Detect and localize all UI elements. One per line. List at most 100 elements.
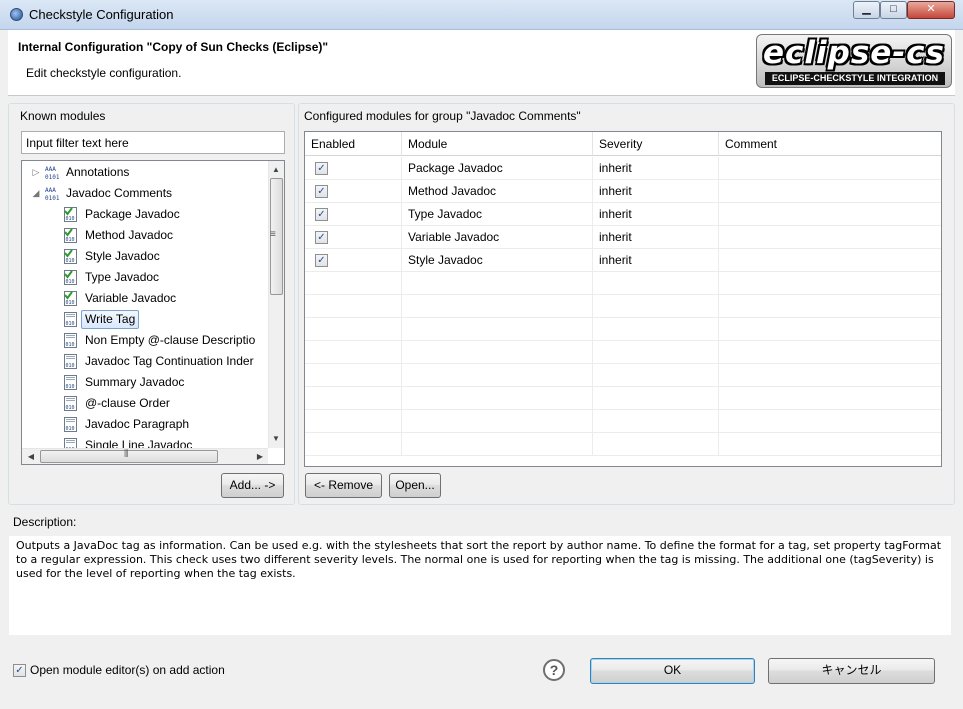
minimize-button[interactable]: ▁: [853, 1, 880, 19]
scroll-up-arrow-icon[interactable]: ▲: [270, 165, 282, 174]
comment-cell: [719, 249, 941, 271]
column-header-severity[interactable]: Severity: [593, 132, 719, 156]
close-button[interactable]: ✕: [907, 1, 955, 19]
tree-item[interactable]: 010 Style Javadoc: [22, 246, 268, 267]
table-row-empty: [305, 341, 941, 364]
svg-text:010: 010: [66, 300, 75, 306]
severity-cell: [593, 295, 719, 317]
module-cell: Style Javadoc: [402, 249, 593, 271]
tree-item[interactable]: 010 Non Empty @-clause Descriptio: [22, 330, 268, 351]
scroll-down-arrow-icon[interactable]: ▼: [270, 434, 282, 443]
comment-cell: [719, 203, 941, 225]
table-row[interactable]: ✓ Method Javadoc inherit: [305, 180, 941, 203]
module-filter-input[interactable]: [21, 131, 285, 154]
title-bar: Checkstyle Configuration ▁ □ ✕: [0, 0, 963, 30]
comment-cell: [719, 226, 941, 248]
enabled-checkbox[interactable]: ✓: [315, 231, 328, 244]
help-icon[interactable]: ?: [543, 659, 565, 681]
enabled-checkbox[interactable]: ✓: [315, 185, 328, 198]
tree-item-label: Package Javadoc: [85, 207, 180, 221]
comment-cell: [719, 295, 941, 317]
open-module-button[interactable]: Open...: [389, 473, 441, 498]
svg-text:010: 010: [66, 426, 75, 432]
tree-item[interactable]: 010 Javadoc Paragraph: [22, 414, 268, 435]
comment-cell: [719, 180, 941, 202]
column-header-module[interactable]: Module: [402, 132, 593, 156]
enabled-cell[interactable]: ✓: [305, 226, 402, 248]
svg-text:010: 010: [66, 258, 75, 264]
module-cell: Method Javadoc: [402, 180, 593, 202]
expand-arrow-icon[interactable]: ▷: [31, 162, 41, 183]
description-text: Outputs a JavaDoc tag as information. Ca…: [9, 536, 951, 635]
remove-module-button[interactable]: <- Remove: [305, 473, 382, 498]
collapse-arrow-icon[interactable]: ◢: [31, 183, 41, 204]
svg-text:AAA: AAA: [45, 166, 56, 173]
tree-horizontal-scroll-thumb[interactable]: [40, 450, 218, 463]
tree-item[interactable]: ◢ AAA 0101 Javadoc Comments: [22, 183, 268, 204]
enabled-cell[interactable]: [305, 433, 402, 455]
enabled-cell[interactable]: [305, 387, 402, 409]
module-group-icon: AAA 0101: [45, 186, 60, 202]
enabled-cell[interactable]: [305, 341, 402, 363]
tree-item[interactable]: 010 Javadoc Tag Continuation Inder: [22, 351, 268, 372]
enabled-cell[interactable]: ✓: [305, 157, 402, 179]
ok-button[interactable]: OK: [590, 658, 755, 684]
enabled-cell[interactable]: [305, 295, 402, 317]
severity-cell: inherit: [593, 157, 719, 179]
enabled-cell[interactable]: ✓: [305, 203, 402, 225]
enabled-cell[interactable]: [305, 318, 402, 340]
module-cell: [402, 364, 593, 386]
enabled-checkbox[interactable]: ✓: [315, 208, 328, 221]
module-icon: 010: [64, 354, 78, 369]
module-cell: Package Javadoc: [402, 157, 593, 179]
scroll-left-arrow-icon[interactable]: ◀: [25, 452, 37, 461]
tree-item[interactable]: 010 Summary Javadoc: [22, 372, 268, 393]
module-checked-icon: 010: [64, 291, 78, 306]
tree-item[interactable]: ▷ AAA 0101 Annotations: [22, 162, 268, 183]
severity-cell: [593, 387, 719, 409]
tree-item[interactable]: 010 Method Javadoc: [22, 225, 268, 246]
enabled-cell[interactable]: ✓: [305, 180, 402, 202]
scroll-grip-icon: ⦀: [124, 449, 129, 460]
configured-modules-table: Enabled Module Severity Comment ✓ Package…: [304, 131, 942, 467]
app-icon: [10, 8, 23, 21]
table-row[interactable]: ✓ Package Javadoc inherit: [305, 157, 941, 180]
comment-cell: [719, 410, 941, 432]
module-cell: Variable Javadoc: [402, 226, 593, 248]
tree-item-label: Variable Javadoc: [85, 291, 177, 305]
enabled-cell[interactable]: [305, 364, 402, 386]
module-icon: 010: [64, 333, 78, 348]
cancel-button[interactable]: キャンセル: [768, 658, 935, 684]
table-row[interactable]: ✓ Variable Javadoc inherit: [305, 226, 941, 249]
table-row[interactable]: ✓ Style Javadoc inherit: [305, 249, 941, 272]
enabled-cell[interactable]: ✓: [305, 249, 402, 271]
scroll-right-arrow-icon[interactable]: ▶: [254, 452, 266, 461]
module-checked-icon: 010: [64, 270, 78, 285]
svg-text:AAA: AAA: [45, 187, 56, 194]
tree-item[interactable]: 010 Write Tag: [22, 309, 268, 330]
header-title: Internal Configuration "Copy of Sun Chec…: [18, 40, 329, 54]
column-header-comment[interactable]: Comment: [719, 132, 941, 156]
comment-cell: [719, 341, 941, 363]
add-module-button[interactable]: Add... ->: [221, 473, 284, 498]
tree-item-label: Style Javadoc: [85, 249, 160, 263]
module-cell: [402, 272, 593, 294]
table-row[interactable]: ✓ Type Javadoc inherit: [305, 203, 941, 226]
open-editor-checkbox[interactable]: ✓: [13, 664, 26, 677]
tree-item[interactable]: 010 @-clause Order: [22, 393, 268, 414]
tree-item[interactable]: 010 Package Javadoc: [22, 204, 268, 225]
svg-text:010: 010: [66, 363, 75, 369]
known-modules-tree[interactable]: ▷ AAA 0101 Annotations ◢ AAA 0101 Javadoc Comme…: [21, 160, 285, 465]
module-cell: Type Javadoc: [402, 203, 593, 225]
tree-item[interactable]: 010 Type Javadoc: [22, 267, 268, 288]
enabled-checkbox[interactable]: ✓: [315, 162, 328, 175]
column-header-enabled[interactable]: Enabled: [305, 132, 402, 156]
tree-item[interactable]: 010 Variable Javadoc: [22, 288, 268, 309]
comment-cell: [719, 157, 941, 179]
table-row-empty: [305, 387, 941, 410]
open-editor-label[interactable]: Open module editor(s) on add action: [30, 663, 225, 677]
enabled-checkbox[interactable]: ✓: [315, 254, 328, 267]
enabled-cell[interactable]: [305, 410, 402, 432]
enabled-cell[interactable]: [305, 272, 402, 294]
maximize-button[interactable]: □: [880, 1, 907, 19]
